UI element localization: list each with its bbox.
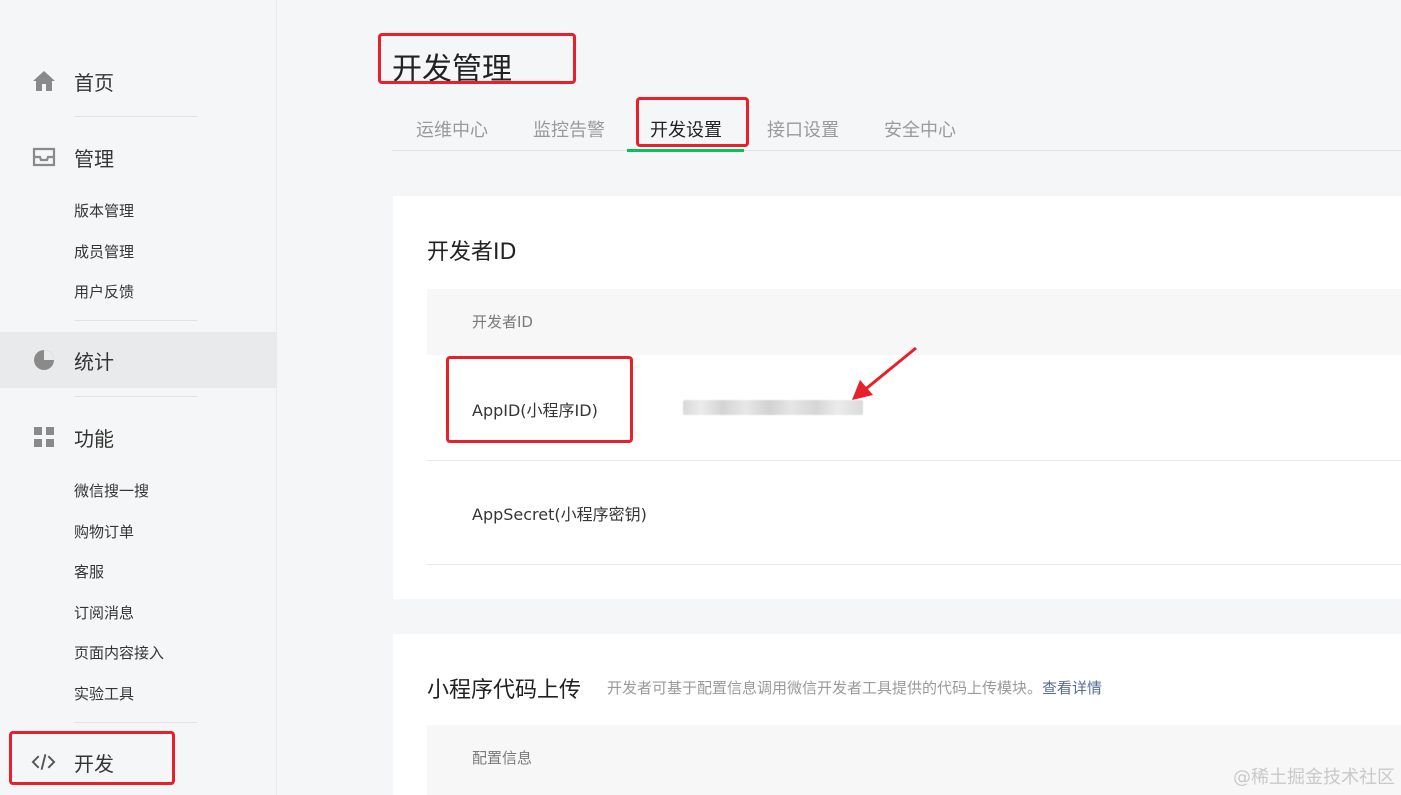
nav-item-manage[interactable]: 管理 <box>0 129 277 185</box>
watermark: @稀土掘金技术社区 <box>1233 767 1395 788</box>
nav-sub-subscribe-messages[interactable]: 订阅消息 <box>74 602 134 624</box>
nav-sub-feedback[interactable]: 用户反馈 <box>74 281 134 303</box>
table-header-label: 配置信息 <box>472 749 533 767</box>
nav-label-features: 功能 <box>74 426 114 451</box>
divider <box>74 320 197 321</box>
nav-sub-experiment-tools[interactable]: 实验工具 <box>74 683 134 705</box>
tab-security-center[interactable]: 安全中心 <box>884 116 956 142</box>
tab-bar: 运维中心 监控告警 开发设置 接口设置 安全中心 <box>392 108 1401 151</box>
card-title: 小程序代码上传 <box>427 678 582 703</box>
nav-item-home[interactable]: 首页 <box>0 53 277 109</box>
divider <box>74 396 197 397</box>
nav-sub-customer-service[interactable]: 客服 <box>74 561 104 583</box>
annotation-box-tab <box>636 97 749 147</box>
view-details-link[interactable]: 查看详情 <box>1042 679 1102 697</box>
nav-sub-members[interactable]: 成员管理 <box>74 241 134 263</box>
table-header-label: 开发者ID <box>472 313 533 331</box>
annotation-box-appid <box>446 356 633 443</box>
nav-item-features[interactable]: 功能 <box>0 409 277 465</box>
card-title: 开发者ID <box>427 240 517 265</box>
tab-ops-center[interactable]: 运维中心 <box>416 116 488 142</box>
nav-sub-orders[interactable]: 购物订单 <box>74 521 134 543</box>
appsecret-label: AppSecret(小程序密钥) <box>472 505 647 524</box>
divider <box>74 116 197 117</box>
pie-chart-icon <box>31 348 56 373</box>
home-icon <box>31 69 56 94</box>
tab-monitoring[interactable]: 监控告警 <box>533 116 605 142</box>
active-tab-indicator <box>627 149 744 152</box>
nav-item-stats[interactable]: 统计 <box>0 332 277 388</box>
grid-icon <box>31 425 56 450</box>
nav-label-stats: 统计 <box>74 349 114 374</box>
nav-label-manage: 管理 <box>74 146 114 171</box>
inbox-icon <box>31 145 56 170</box>
nav-sub-page-content[interactable]: 页面内容接入 <box>74 642 164 664</box>
nav-sub-wechat-search[interactable]: 微信搜一搜 <box>74 480 149 502</box>
nav-label-home: 首页 <box>74 70 114 95</box>
card-description: 开发者可基于配置信息调用微信开发者工具提供的代码上传模块。查看详情 <box>607 677 1102 698</box>
appid-value-redacted <box>683 400 863 415</box>
nav-sub-version[interactable]: 版本管理 <box>74 200 134 222</box>
description-text: 开发者可基于配置信息调用微信开发者工具提供的代码上传模块。 <box>607 679 1043 697</box>
table-row-appsecret: AppSecret(小程序密钥) <box>427 461 1401 565</box>
sidebar: 首页 管理 版本管理 成员管理 用户反馈 统计 功能 微信搜一搜 购物订单 客服… <box>0 0 277 795</box>
annotation-box-dev-nav <box>9 731 175 785</box>
annotation-box-title <box>378 33 576 84</box>
divider <box>74 722 197 723</box>
annotation-arrow-icon <box>852 346 917 400</box>
tab-api-settings[interactable]: 接口设置 <box>767 116 839 142</box>
